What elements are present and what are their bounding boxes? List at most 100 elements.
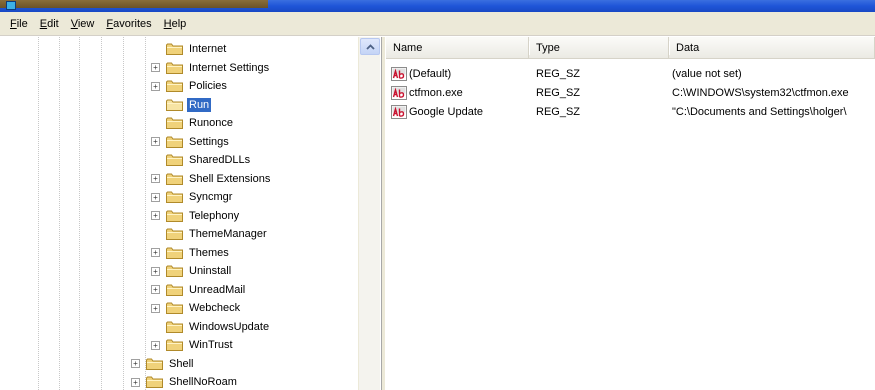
expand-toggle-icon[interactable]: + xyxy=(151,174,160,183)
tree-guide-line xyxy=(59,37,60,390)
menu-favorites[interactable]: Favorites xyxy=(106,18,151,30)
folder-icon xyxy=(166,284,183,296)
tree-item-label: Webcheck xyxy=(189,302,241,314)
folder-icon xyxy=(166,265,183,277)
value-type: REG_SZ xyxy=(536,68,581,80)
tree-item[interactable]: + Telephony xyxy=(151,207,241,225)
expand-toggle-icon[interactable]: + xyxy=(151,303,160,313)
expand-toggle-icon[interactable]: + xyxy=(151,81,160,91)
expand-toggle-icon[interactable]: + xyxy=(151,63,160,72)
value-row[interactable]: ctfmon.exe REG_SZ C:\WINDOWS\system32\ctfm… xyxy=(386,84,875,102)
menu-file[interactable]: File xyxy=(10,18,28,30)
folder-icon xyxy=(166,228,183,240)
tree-pane[interactable]: Internet + Internet Settings + Policies Run Ru… xyxy=(0,37,381,390)
string-value-icon xyxy=(391,86,407,100)
folder-icon xyxy=(166,339,183,351)
folder-icon xyxy=(166,62,183,74)
tree-guide-line xyxy=(38,37,39,390)
tree-item-label: Themes xyxy=(189,246,229,259)
expand-toggle-icon[interactable]: + xyxy=(151,137,160,146)
expand-toggle-icon[interactable]: + xyxy=(151,192,160,202)
tree-item-label: Shell xyxy=(169,357,194,370)
value-name: ctfmon.exe xyxy=(409,87,463,99)
tree-item[interactable]: + Webcheck xyxy=(151,299,242,317)
value-row[interactable]: Google Update REG_SZ "C:\Documents and Set… xyxy=(386,103,875,121)
tree-item[interactable]: SharedDLLs xyxy=(151,151,252,169)
expand-toggle-icon[interactable]: + xyxy=(151,248,160,257)
tree-item-label: WindowsUpdate xyxy=(189,320,270,333)
tree-item-label: Run xyxy=(187,97,212,112)
tree-item-label: Telephony xyxy=(189,209,240,222)
column-header-name[interactable]: Name xyxy=(386,37,530,59)
tree-item[interactable]: + Shell xyxy=(131,355,195,373)
tree-item[interactable]: + Policies xyxy=(151,77,229,95)
tree-guide-line xyxy=(101,37,102,390)
values-list[interactable]: Name Type Data (Default) REG_SZ (value not s… xyxy=(386,37,875,390)
tree-item[interactable]: + Shell Extensions xyxy=(151,170,272,188)
expand-toggle-icon[interactable]: + xyxy=(151,266,160,276)
tree-item[interactable]: WindowsUpdate xyxy=(151,318,271,336)
expand-toggle-icon[interactable]: + xyxy=(151,340,160,350)
tree-item-label: Runonce xyxy=(189,117,234,129)
tree-guide-line xyxy=(79,37,80,390)
tree-item[interactable]: + ShellNoRoam xyxy=(131,373,239,390)
folder-icon xyxy=(166,99,183,111)
values-list-header: Name Type Data xyxy=(386,37,875,59)
tree-item[interactable]: + Internet Settings xyxy=(151,59,271,77)
tree-item[interactable]: + Syncmgr xyxy=(151,188,234,206)
tree-item-label: WinTrust xyxy=(189,339,233,351)
expand-toggle-icon[interactable]: + xyxy=(131,377,140,387)
value-name: (Default) xyxy=(409,68,452,80)
tree-item-label: Internet Settings xyxy=(189,61,270,74)
column-header-data[interactable]: Data xyxy=(669,37,875,59)
column-header-type[interactable]: Type xyxy=(529,37,670,59)
tree-item[interactable]: + WinTrust xyxy=(151,336,235,354)
tree-item[interactable]: Internet xyxy=(151,40,228,58)
value-data: (value not set) xyxy=(672,68,742,80)
folder-icon xyxy=(146,376,163,388)
folder-icon xyxy=(166,117,183,129)
tree-item-label: UnreadMail xyxy=(189,283,246,296)
tree-item[interactable]: Run xyxy=(151,96,212,114)
tree-item[interactable]: ThemeManager xyxy=(151,225,269,243)
value-data: "C:\Documents and Settings\holger\ xyxy=(672,106,847,118)
tree-item-label: Shell Extensions xyxy=(189,172,271,185)
value-type: REG_SZ xyxy=(536,106,581,118)
tree-item-label: Internet xyxy=(189,43,227,55)
tree-item-label: ShellNoRoam xyxy=(169,376,237,388)
menu-bar: File Edit View Favorites Help xyxy=(0,12,875,36)
scroll-up-button[interactable] xyxy=(360,38,380,55)
tree-item-label: SharedDLLs xyxy=(189,154,251,166)
title-bar[interactable] xyxy=(0,0,875,12)
tree-item[interactable]: + Themes xyxy=(151,244,231,262)
expand-toggle-icon[interactable]: + xyxy=(131,359,140,368)
menu-edit[interactable]: Edit xyxy=(40,18,59,30)
tree-item[interactable]: + Settings xyxy=(151,133,231,151)
tree-item-label: Policies xyxy=(189,80,227,92)
tree-vertical-scrollbar[interactable] xyxy=(358,37,380,390)
tree-item[interactable]: + Uninstall xyxy=(151,262,233,280)
menu-view[interactable]: View xyxy=(71,18,95,30)
folder-icon xyxy=(166,136,183,148)
tree-guide-line xyxy=(123,37,124,390)
expand-toggle-icon[interactable]: + xyxy=(151,285,160,294)
expand-toggle-icon[interactable]: + xyxy=(151,211,160,220)
tree-item-label: Uninstall xyxy=(189,265,232,277)
value-row[interactable]: (Default) REG_SZ (value not set) xyxy=(386,65,875,83)
chevron-up-icon xyxy=(365,43,375,50)
title-bar-overlay xyxy=(0,0,268,8)
folder-icon xyxy=(166,247,183,259)
tree-item[interactable]: + UnreadMail xyxy=(151,281,247,299)
folder-icon xyxy=(166,210,183,222)
value-name: Google Update xyxy=(409,106,483,118)
menu-help[interactable]: Help xyxy=(164,18,187,30)
string-value-icon xyxy=(391,67,407,81)
value-data: C:\WINDOWS\system32\ctfmon.exe xyxy=(672,87,849,99)
tree-item[interactable]: Runonce xyxy=(151,114,235,132)
